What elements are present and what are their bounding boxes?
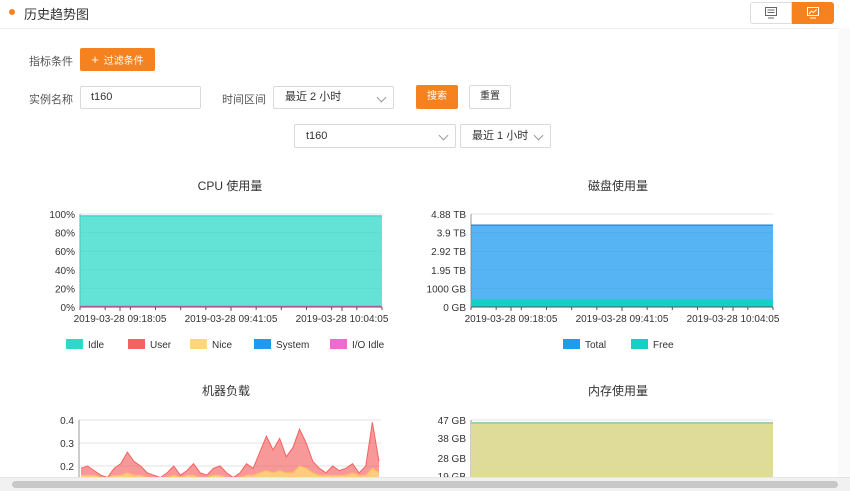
legend-label[interactable]: Total [585, 340, 606, 351]
add-filter-button[interactable]: + 过滤条件 [80, 48, 155, 71]
y-tick-label: 0.2 [60, 462, 74, 473]
chevron-down-icon [533, 130, 544, 141]
load-chart-title: 机器负载 [201, 384, 250, 398]
y-tick-label: 0.3 [60, 439, 74, 450]
add-filter-label: 过滤条件 [103, 56, 144, 67]
idle-area [80, 215, 382, 307]
y-tick-label: 1.95 TB [431, 266, 466, 277]
y-tick-label: 3.9 TB [437, 229, 467, 240]
legend-label[interactable]: User [150, 340, 172, 351]
machine-load-chart: 0.2 0.3 0.4 [60, 416, 381, 477]
chart-instance-select[interactable]: t160 [294, 124, 456, 148]
x-tick-label: 2019-03-28 09:18:05 [74, 314, 167, 325]
legend-swatch[interactable] [330, 339, 347, 349]
search-button[interactable]: 搜索 [416, 85, 458, 109]
memory-chart-title: 内存使用量 [587, 384, 648, 398]
chart-view-button[interactable] [792, 2, 834, 24]
x-tick-label: 2019-03-28 09:41:05 [185, 314, 278, 325]
time-range-label: 时间区间 [222, 94, 266, 106]
y-tick-label: 47 GB [438, 416, 467, 427]
x-tick-label: 2019-03-28 10:04:05 [296, 314, 389, 325]
time-range-value: 最近 2 小时 [285, 91, 342, 103]
list-view-icon [765, 7, 777, 19]
y-tick-label: 60% [55, 247, 75, 258]
chart-range-value: 最近 1 小时 [472, 130, 529, 142]
list-view-button[interactable] [750, 2, 792, 24]
y-tick-label: 40% [55, 266, 75, 277]
free-area [471, 299, 773, 307]
horizontal-scrollbar[interactable] [0, 477, 850, 491]
legend-swatch[interactable] [563, 339, 580, 349]
y-tick-label: 2.92 TB [431, 247, 466, 258]
y-tick-label: 80% [55, 229, 75, 240]
chevron-down-icon [438, 130, 449, 141]
cpu-chart-title: CPU 使用量 [197, 179, 263, 193]
total-area [471, 225, 773, 307]
legend-label[interactable]: System [276, 340, 309, 351]
memory-used-area [471, 423, 773, 477]
disk-chart-title: 磁盘使用量 [587, 179, 648, 193]
page-title: 历史趋势图 [24, 7, 90, 22]
title-dot [9, 9, 15, 15]
y-tick-label: 100% [49, 210, 75, 221]
y-tick-label: 20% [55, 284, 75, 295]
y-tick-label: 1000 GB [427, 284, 467, 295]
time-range-select[interactable]: 最近 2 小时 [273, 86, 394, 109]
legend-swatch[interactable] [631, 339, 648, 349]
legend-swatch[interactable] [254, 339, 271, 349]
legend-label[interactable]: I/O Idle [352, 340, 385, 351]
chevron-down-icon [376, 92, 387, 103]
y-tick-label: 0.4 [60, 416, 74, 427]
disk-usage-chart: 0 GB 1000 GB 1.95 TB 2.92 TB 3.9 TB 4.88 TB 2… [427, 210, 780, 351]
y-tick-label: 0% [61, 303, 76, 314]
metric-condition-label: 指标条件 [29, 56, 73, 68]
scrollbar-thumb[interactable] [12, 481, 838, 488]
legend-label[interactable]: Idle [88, 340, 105, 351]
vertical-scrollbar[interactable] [838, 28, 850, 477]
instance-name-label: 实例名称 [29, 94, 73, 106]
chart-instance-value: t160 [306, 130, 328, 142]
y-tick-label: 4.88 TB [431, 210, 466, 221]
memory-usage-chart: 19 GB28 GB38 GB47 GB [438, 416, 773, 477]
cpu-usage-chart: 0% 20% 40% 60% 80% 100% 2019-03-28 09:18:05 20… [49, 210, 389, 351]
legend-swatch[interactable] [66, 339, 83, 349]
plus-icon: + [91, 52, 99, 67]
y-tick-label: 0 GB [443, 303, 466, 314]
x-tick-label: 2019-03-28 09:41:05 [576, 314, 669, 325]
instance-name-input[interactable]: t160 [80, 86, 201, 109]
legend-swatch[interactable] [128, 339, 145, 349]
chart-view-icon [807, 7, 819, 19]
y-tick-label: 28 GB [438, 454, 467, 465]
legend-swatch[interactable] [190, 339, 207, 349]
chart-range-select[interactable]: 最近 1 小时 [460, 124, 551, 148]
y-tick-label: 38 GB [438, 434, 467, 445]
x-tick-label: 2019-03-28 09:18:05 [465, 314, 558, 325]
legend-label[interactable]: Free [653, 340, 674, 351]
x-tick-label: 2019-03-28 10:04:05 [687, 314, 780, 325]
page-header: 历史趋势图 [0, 0, 850, 29]
legend-label[interactable]: Nice [212, 340, 232, 351]
reset-button[interactable]: 重置 [469, 85, 511, 109]
load-area [81, 422, 379, 477]
